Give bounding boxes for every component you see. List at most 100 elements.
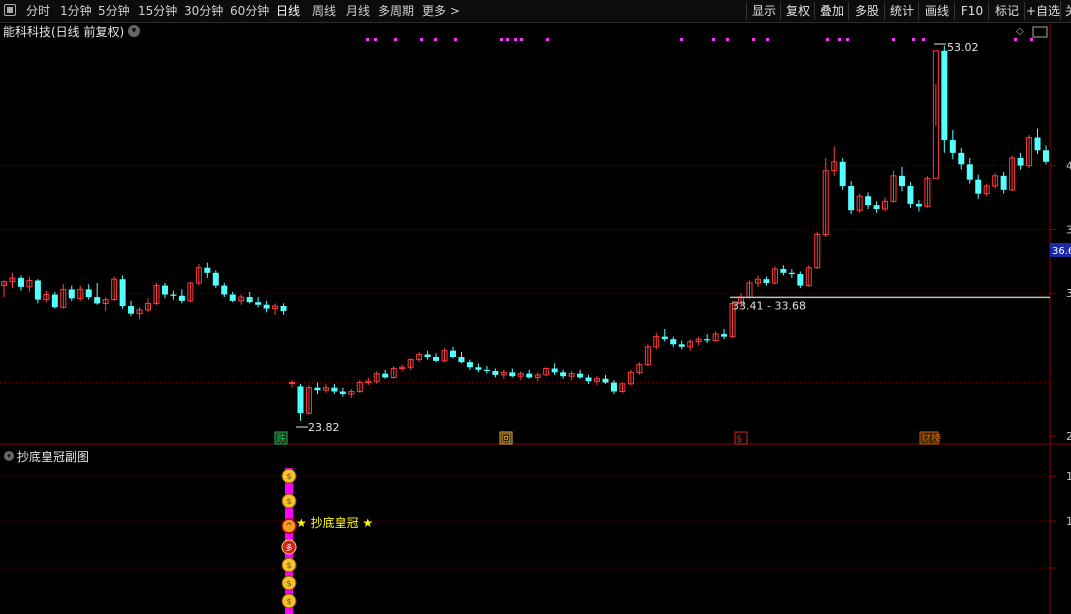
candle-body-down [975,179,982,194]
candle-body-down [94,297,101,304]
signal-dot [434,38,437,41]
candle-body-down [161,285,168,295]
candle-body-down [551,368,558,373]
money-bag-glyph: $ [286,597,291,606]
candle-body-down [51,294,58,308]
candle-body-down [85,289,92,298]
candle-body-down [119,279,126,306]
signal-dot [506,38,509,41]
candle-body-down [949,140,956,153]
candle-body-down [458,357,465,363]
diamond-icon: ◇ [1016,26,1024,37]
indicator-title: 抄底皇冠副图 [17,450,90,464]
crown-signal-label: ★ 抄底皇冠 ★ [296,515,373,530]
event-marker-label: $ [736,434,742,445]
money-bag-glyph: $ [286,472,291,481]
price-tick-label: 4 [1066,160,1071,173]
low-price-label: 23.82 [308,421,340,434]
signal-dot [838,38,841,41]
event-marker-label: 财榜 [921,432,941,445]
candle-body-down [263,304,270,309]
candle-body-down [483,369,490,372]
candle-body-down [68,289,75,299]
candle-body-down [915,203,922,207]
signal-dot [1030,38,1033,41]
signal-dot [546,38,549,41]
candle-body-down [661,336,668,340]
candle-body-down [577,373,584,378]
signal-dot [826,38,829,41]
candle-body-down [610,382,617,392]
candle-body-down [1034,137,1041,151]
event-marker-label: 回 [501,433,511,445]
signal-dot [500,38,503,41]
candle-body-down [797,274,804,286]
candle-body-down [449,350,456,358]
buy-signal-glyph: 多 [286,543,293,552]
candle-body-down [704,339,711,341]
candle-body-down [170,294,177,296]
signal-dot [726,38,729,41]
price-tick-label: 3 [1066,223,1071,236]
candle-body-down [255,302,262,305]
signal-dot [752,38,755,41]
money-bag-glyph: $ [286,497,291,506]
window-toggle-icon[interactable] [1032,26,1048,38]
candle-body-down [382,373,389,378]
signal-dot [712,38,715,41]
candle-body-down [339,391,346,395]
range-label: 33.41 - 33.68 [732,299,806,312]
signal-dot [1014,38,1017,41]
indicator-tick-label: 1 [1066,515,1071,528]
candle-body-down [466,362,473,368]
signal-dot [892,38,895,41]
chevron-down-icon[interactable]: ▾ [4,451,14,461]
candle-body-down [670,339,677,345]
signal-dot [374,38,377,41]
candle-body-down [526,373,533,378]
candlestick-chart[interactable]: 4 3 3 2 33.41 - 33.68 53.02 23.82 36.6 ◇ 跌 回 $ 财榜 1 1 $… [0,0,1071,614]
candle-body-down [229,294,236,301]
candle-body-down [509,372,516,377]
last-price-tag: 36.6 [1052,246,1071,257]
signal-dot [766,38,769,41]
signal-dot [394,38,397,41]
candle-body-up [289,382,296,385]
candle-body-down [907,186,914,204]
signal-dot [514,38,517,41]
candle-body-down [788,272,795,275]
candle-body-down [1017,157,1024,166]
price-tick-label: 3 [1066,287,1071,300]
high-price-label: 53.02 [947,41,979,54]
candle-body-down [585,377,592,382]
candle-body-down [433,357,440,361]
signal-dot [420,38,423,41]
candle-body-down [297,386,304,414]
candle-body-down [1000,175,1007,190]
candle-body-down [34,280,41,300]
candle-body-down [128,306,135,314]
candle-body-down [314,387,321,391]
candle-body-down [678,344,685,347]
candle-body-down [204,267,211,273]
candle-body-down [602,378,609,383]
candle-body-down [560,372,567,377]
candle-body-down [331,387,338,392]
event-marker-label: 跌 [276,432,286,445]
signal-dot [922,38,925,41]
candle-body-down [492,371,499,375]
candle-body-down [178,295,185,301]
signal-dot [520,38,523,41]
price-tick-label: 2 [1066,430,1071,443]
signal-dot [680,38,683,41]
money-bag-glyph: $ [286,561,291,570]
candle-body-down [721,334,728,337]
crown-glyph: ^ [285,522,293,532]
candle-body-down [221,285,228,295]
candle-body-down [839,161,846,187]
candle-body-down [958,152,965,165]
signal-dot [366,38,369,41]
candle-body-down [780,268,787,273]
candle-body-down [246,297,253,303]
money-bag-glyph: $ [286,579,291,588]
